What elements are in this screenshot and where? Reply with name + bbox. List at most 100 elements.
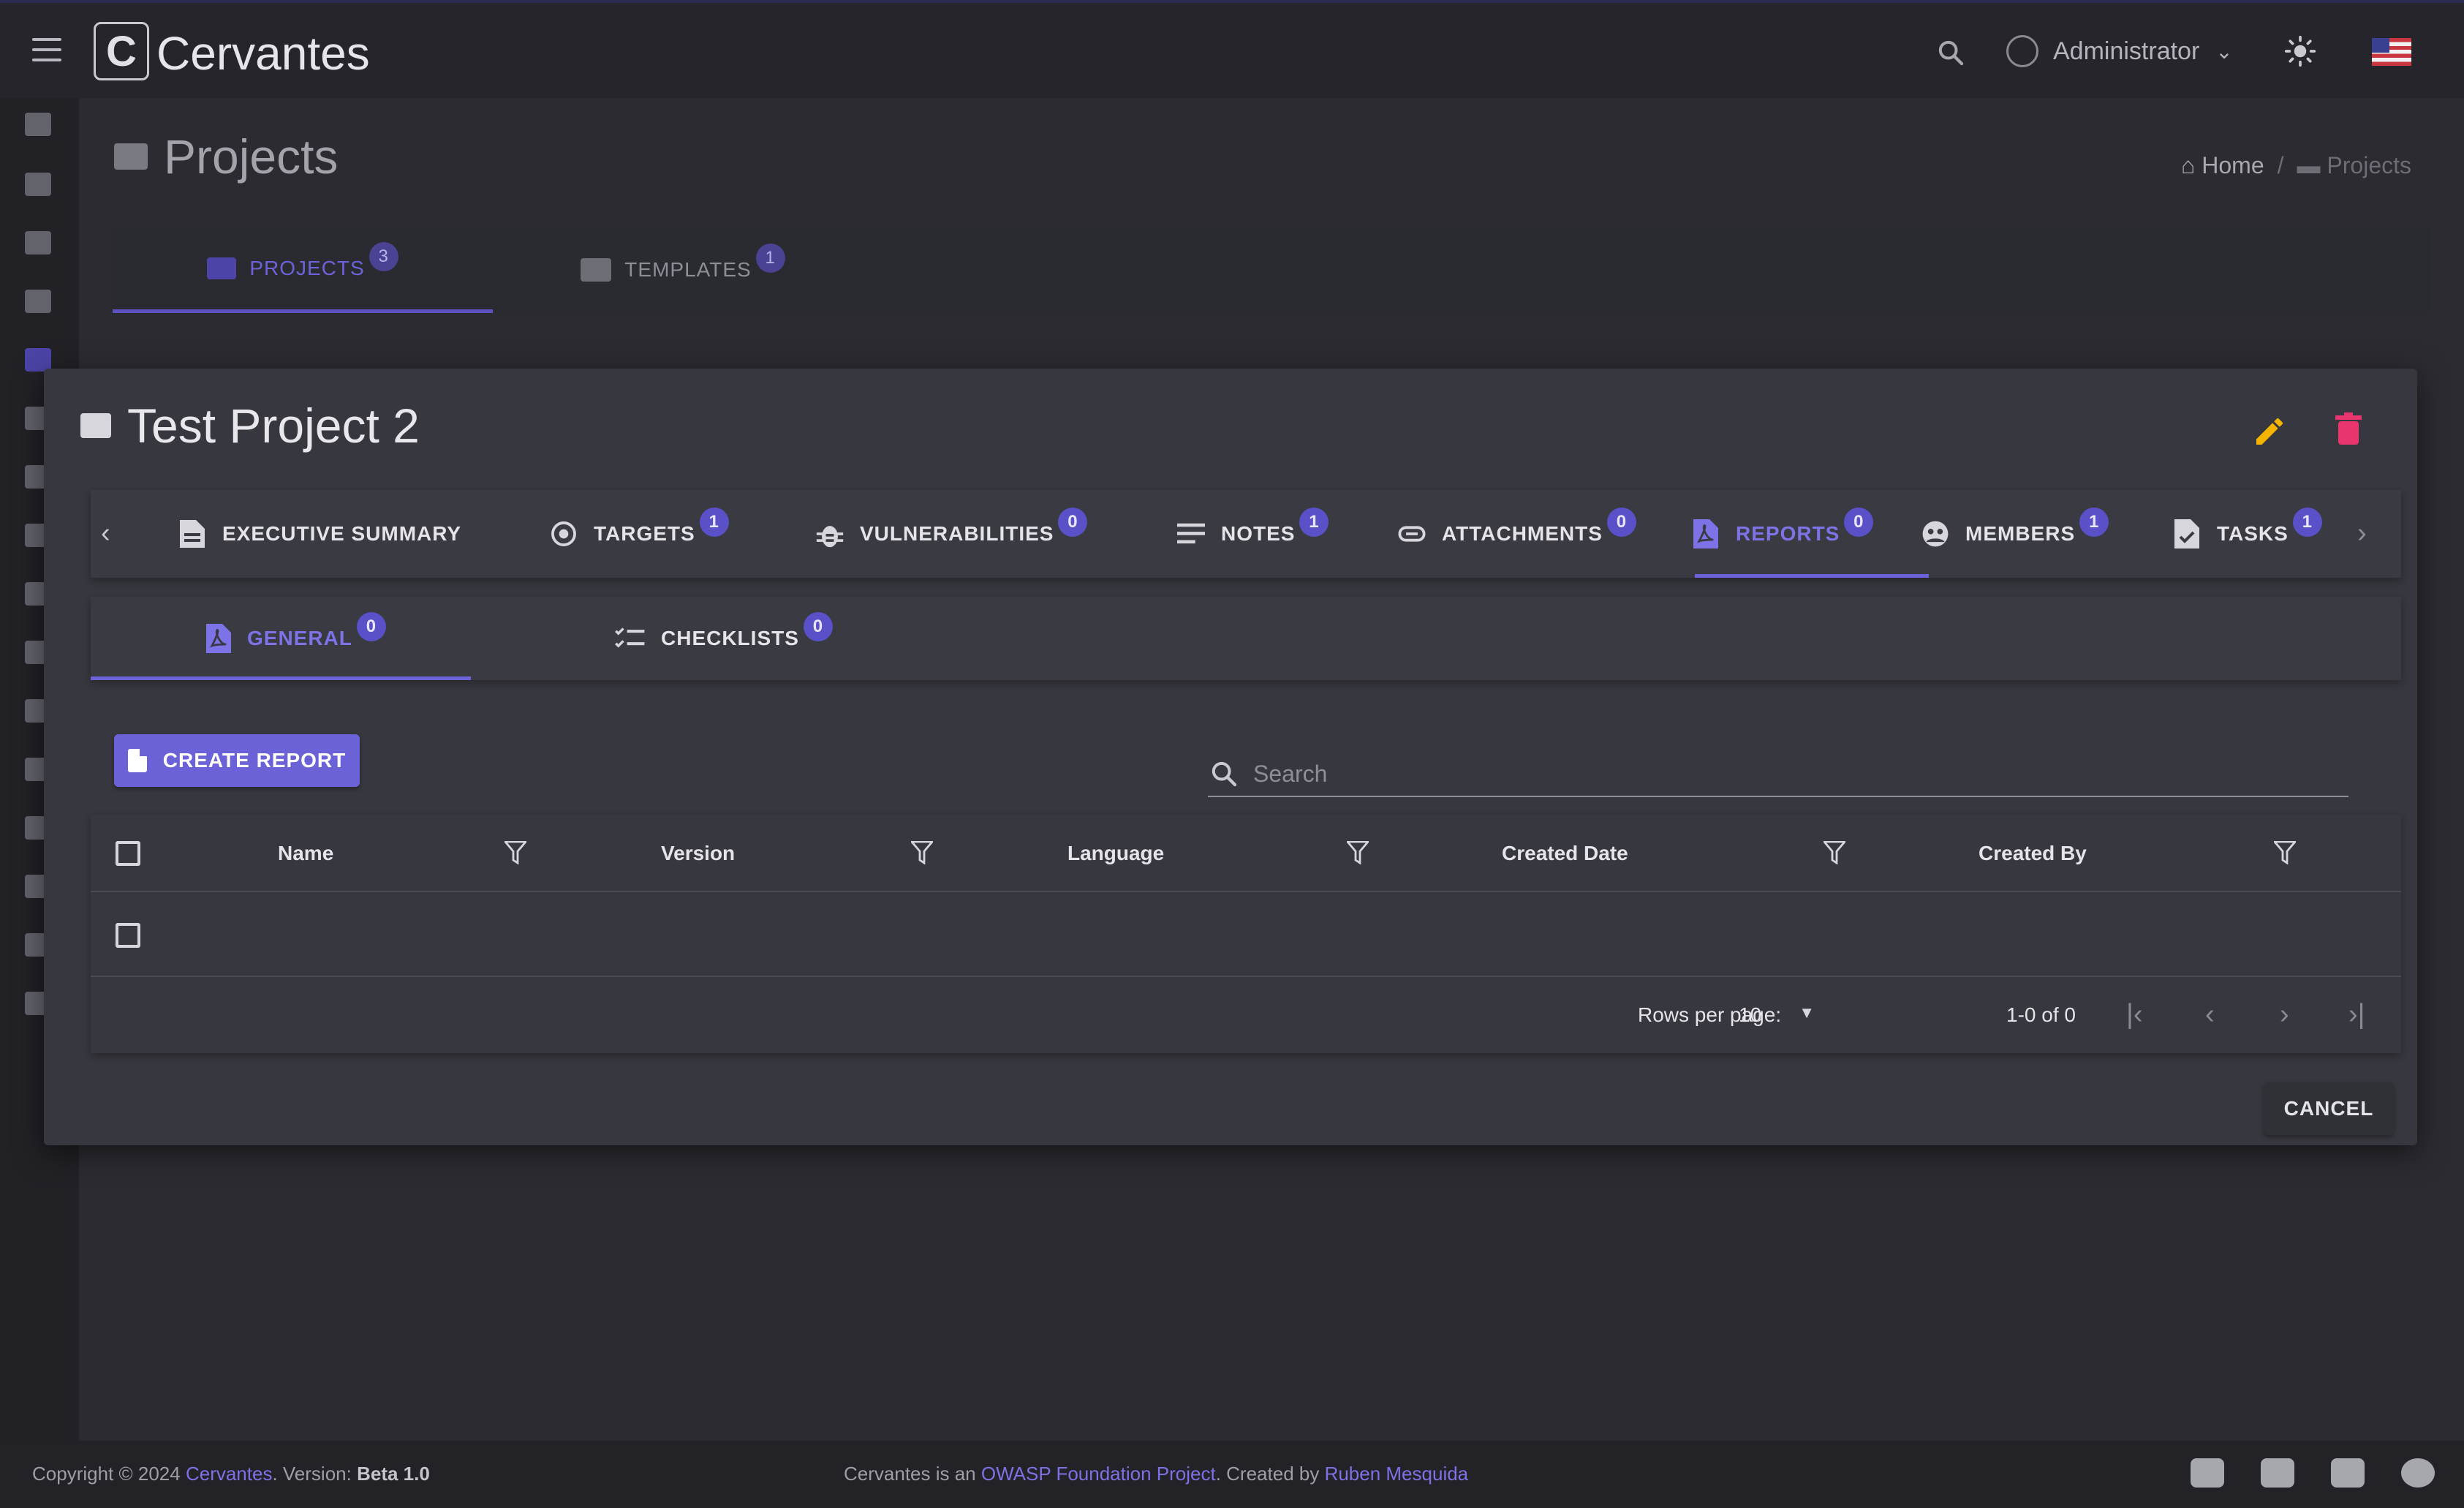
create-report-button[interactable]: CREATE REPORT	[114, 734, 360, 787]
last-page-icon[interactable]: ›|	[2348, 999, 2365, 1030]
row-checkbox[interactable]	[116, 923, 140, 948]
members-icon	[1921, 520, 1949, 548]
previous-page-icon[interactable]: ‹	[2205, 999, 2215, 1030]
tab-templates-label: TEMPLATES	[624, 258, 752, 281]
folders-icon	[581, 258, 612, 282]
active-subtab-indicator	[91, 676, 471, 680]
delete-icon[interactable]	[2335, 412, 2362, 445]
tab-notes[interactable]: NOTES 1	[1177, 490, 1329, 578]
rows-per-page-select[interactable]: 10 ▼	[1739, 1003, 1815, 1027]
user-name: Administrator	[2053, 37, 2200, 65]
column-header-language[interactable]: Language	[1067, 815, 1164, 892]
tab-notes-label: NOTES	[1221, 522, 1296, 545]
tab-projects-label: PROJECTS	[249, 256, 365, 279]
breadcrumb-home-label: Home	[2202, 152, 2264, 178]
tab-vulnerabilities[interactable]: VULNERABILITIES 0	[816, 490, 1088, 578]
tab-templates[interactable]: TEMPLATES 1	[493, 227, 873, 313]
github-icon[interactable]	[2401, 1458, 2435, 1488]
pdf-icon	[127, 749, 147, 772]
edit-icon[interactable]	[2252, 414, 2287, 449]
project-tabs: ‹ EXECUTIVE SUMMARY TARGETS 1 VULNERABIL…	[91, 490, 2401, 578]
pdf-icon	[1692, 519, 1720, 548]
select-all-checkbox[interactable]	[116, 841, 140, 866]
book-icon[interactable]	[22, 227, 54, 259]
tab-members[interactable]: MEMBERS 1	[1921, 490, 2109, 578]
credits-text-1: Cervantes is an	[844, 1463, 981, 1485]
notes-icon	[1177, 520, 1205, 548]
column-header-created-date[interactable]: Created Date	[1502, 815, 1628, 892]
tab-projects[interactable]: PROJECTS 3	[113, 227, 493, 313]
filter-icon[interactable]	[909, 840, 935, 868]
cervantes-logo-icon[interactable]: C	[94, 22, 149, 80]
tab-notes-badge: 1	[1299, 508, 1329, 537]
reports-table: Name Version Language Created Date Creat…	[91, 815, 2401, 1053]
chevron-down-icon: ⌄	[2215, 39, 2233, 63]
docs-icon[interactable]	[2331, 1458, 2365, 1488]
folder-icon	[207, 257, 237, 279]
tab-attachments[interactable]: ATTACHMENTS 0	[1398, 490, 1636, 578]
folder-icon	[80, 413, 111, 438]
calendar-icon[interactable]	[22, 168, 54, 200]
version-value: Beta 1.0	[357, 1463, 430, 1485]
tab-members-badge: 1	[2079, 508, 2109, 537]
tab-checklists[interactable]: CHECKLISTS 0	[614, 597, 833, 680]
tab-tasks-badge: 1	[2292, 508, 2322, 537]
footer: Copyright © 2024 Cervantes. Version: Bet…	[0, 1441, 2464, 1508]
report-subtabs: GENERAL 0 CHECKLISTS 0	[91, 597, 2401, 680]
bug-icon	[816, 520, 844, 548]
breadcrumb-separator: /	[2277, 152, 2284, 178]
folder-icon	[114, 143, 148, 170]
tab-targets[interactable]: TARGETS 1	[550, 490, 729, 578]
social-links	[2191, 1458, 2435, 1488]
filter-icon[interactable]	[502, 840, 529, 868]
tab-tasks[interactable]: TASKS 1	[2173, 490, 2322, 578]
chevron-left-icon[interactable]: ‹	[101, 518, 110, 549]
tab-general[interactable]: GENERAL 0	[206, 597, 386, 680]
author-link[interactable]: Ruben Mesquida	[1325, 1463, 1469, 1485]
filter-icon[interactable]	[1345, 840, 1371, 868]
filter-icon[interactable]	[2272, 840, 2298, 868]
next-page-icon[interactable]: ›	[2280, 999, 2289, 1030]
column-header-version[interactable]: Version	[661, 815, 735, 892]
twitter-icon[interactable]	[2191, 1458, 2224, 1488]
menu-icon[interactable]	[32, 38, 61, 63]
tab-attachments-label: ATTACHMENTS	[1442, 522, 1603, 545]
task-icon	[2173, 519, 2201, 548]
us-flag-icon[interactable]	[2372, 38, 2411, 66]
column-header-created-by[interactable]: Created By	[1979, 815, 2087, 892]
first-page-icon[interactable]: |‹	[2126, 999, 2143, 1030]
clients-icon[interactable]	[22, 285, 54, 317]
column-header-name[interactable]: Name	[278, 815, 333, 892]
cancel-button[interactable]: CANCEL	[2264, 1082, 2394, 1135]
dialog-title-text: Test Project 2	[127, 399, 420, 453]
owasp-link[interactable]: OWASP Foundation Project	[981, 1463, 1216, 1485]
tab-executive-summary[interactable]: EXECUTIVE SUMMARY	[178, 490, 461, 578]
tab-executive-summary-label: EXECUTIVE SUMMARY	[222, 522, 462, 545]
theme-toggle-icon[interactable]	[2284, 35, 2316, 71]
search-icon[interactable]	[1936, 38, 1965, 71]
filter-icon[interactable]	[1821, 840, 1848, 868]
table-row	[91, 894, 2401, 977]
dialog-title: Test Project 2	[80, 398, 420, 453]
discord-icon[interactable]	[2261, 1458, 2294, 1488]
cervantes-link[interactable]: Cervantes	[186, 1463, 273, 1485]
summary-icon	[178, 520, 206, 548]
tab-reports[interactable]: REPORTS 0	[1692, 490, 1874, 578]
active-tab-indicator	[1695, 574, 1929, 578]
credits-text-2: . Created by	[1215, 1463, 1325, 1485]
pagination-range: 1-0 of 0	[2006, 1003, 2076, 1026]
tab-templates-badge: 1	[755, 244, 785, 273]
pdf-icon	[206, 624, 231, 653]
chevron-right-icon[interactable]: ›	[2357, 518, 2367, 549]
breadcrumb: ⌂ Home / ▬ Projects	[2181, 152, 2411, 179]
search-input[interactable]	[1253, 758, 2277, 790]
tab-vulnerabilities-label: VULNERABILITIES	[860, 522, 1054, 545]
breadcrumb-home[interactable]: ⌂ Home	[2181, 152, 2264, 179]
page-title: Projects	[114, 129, 338, 184]
app-brand[interactable]: Cervantes	[156, 26, 370, 80]
user-menu[interactable]: Administrator ⌄	[2006, 35, 2233, 67]
dashboard-icon[interactable]	[22, 108, 54, 140]
tab-targets-label: TARGETS	[594, 522, 695, 545]
tab-members-label: MEMBERS	[1965, 522, 2076, 545]
tab-general-badge: 0	[356, 612, 386, 641]
